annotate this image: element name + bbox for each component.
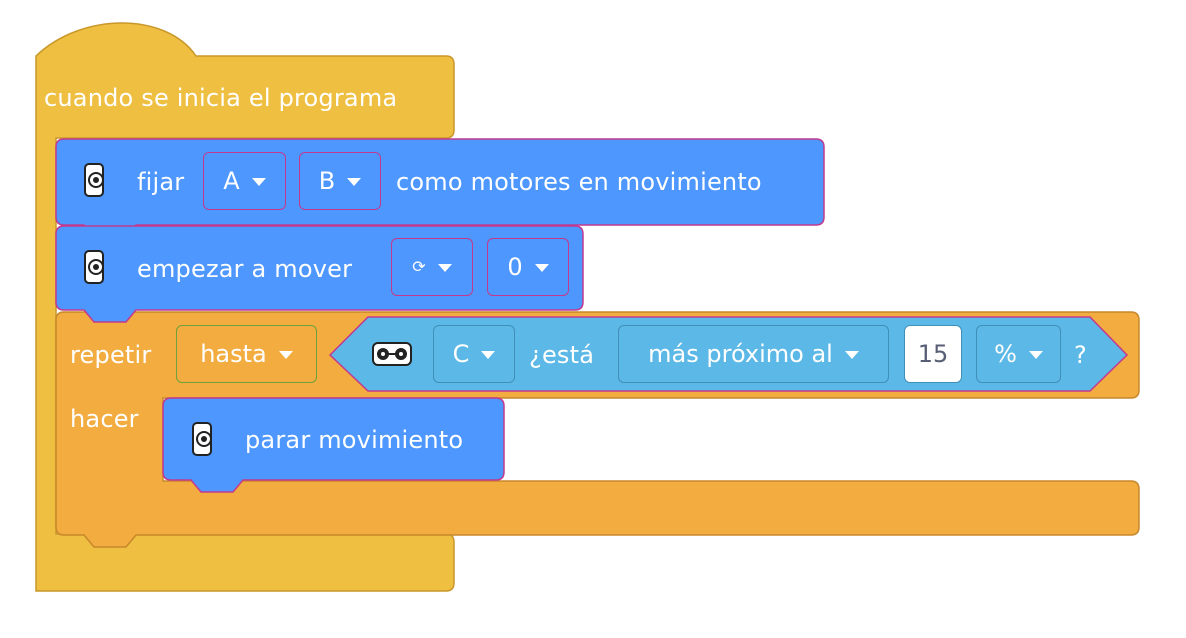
unit-value: % [994, 340, 1017, 368]
stop-moving-label: parar movimiento [245, 426, 464, 454]
port-right-value: B [318, 167, 336, 195]
direction-dropdown[interactable]: ⟳ [391, 238, 473, 296]
hub-icon [192, 422, 212, 456]
chevron-down-icon [251, 178, 266, 186]
start-moving-label: empezar a mover [137, 255, 353, 283]
repeat-label: repetir [70, 341, 152, 369]
chevron-down-icon [1028, 351, 1043, 359]
repeat-mode-value: hasta [200, 340, 267, 368]
is-label: ¿está [529, 341, 595, 369]
chevron-down-icon [481, 351, 496, 359]
hub-icon [84, 250, 104, 284]
distance-sensor-icon [372, 342, 412, 366]
chevron-down-icon [534, 264, 549, 272]
sensor-port-value: C [452, 340, 470, 368]
set-motors-suffix-label: como motores en movimiento [396, 168, 762, 196]
repeat-mode-dropdown[interactable]: hasta [176, 325, 317, 383]
chevron-down-icon [437, 264, 452, 272]
chevron-down-icon [278, 351, 293, 359]
comparison-dropdown[interactable]: más próximo al [618, 325, 889, 383]
unit-dropdown[interactable]: % [976, 325, 1061, 383]
do-label: hacer [70, 405, 139, 433]
steering-dropdown[interactable]: 0 [487, 238, 569, 296]
direction-icon: ⟳ [412, 257, 426, 276]
port-left-dropdown[interactable]: A [203, 152, 286, 210]
port-left-value: A [223, 167, 240, 195]
sensor-port-dropdown[interactable]: C [433, 325, 515, 383]
set-motors-prefix-label: fijar [137, 168, 185, 196]
port-right-dropdown[interactable]: B [299, 152, 381, 210]
chevron-down-icon [347, 178, 362, 186]
distance-value-input[interactable]: 15 [904, 325, 962, 383]
comparison-value: más próximo al [648, 340, 833, 368]
steering-value: 0 [507, 253, 523, 281]
hub-icon [84, 163, 104, 197]
question-mark-label: ? [1074, 341, 1087, 369]
hat-block-label: cuando se inicia el programa [44, 84, 398, 112]
chevron-down-icon [844, 351, 859, 359]
